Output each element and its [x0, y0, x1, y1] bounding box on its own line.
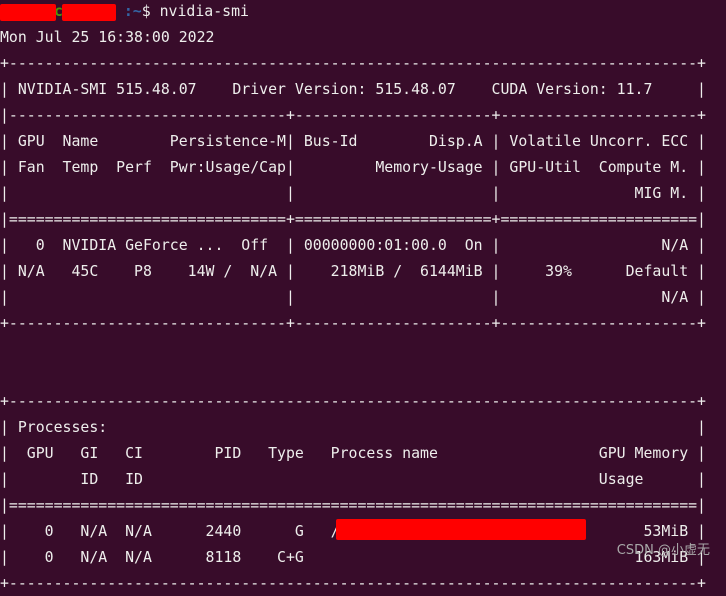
output-line: | Fan Temp Perf Pwr:Usage/Cap| Memory-Us… — [0, 158, 706, 176]
output-line: +---------------------------------------… — [0, 54, 706, 72]
redacted-process-name — [336, 519, 586, 540]
prompt-path: :~ — [123, 2, 142, 20]
output-line: |=======================================… — [0, 496, 706, 514]
terminal-output[interactable]: c@:~$ nvidia-smi Mon Jul 25 16:38:00 202… — [0, 0, 706, 596]
watermark: CSDN @小虚无 — [616, 543, 710, 558]
output-line: | 0 NVIDIA GeForce ... Off | 00000000:01… — [0, 236, 706, 254]
output-line: | 0 N/A N/A 8118 C+G 163MiB | — [0, 548, 706, 566]
output-line: +---------------------------------------… — [0, 392, 706, 410]
redacted-hostname — [62, 4, 116, 21]
output-line: +-------------------------------+-------… — [0, 314, 706, 332]
prompt-symbol: $ — [141, 2, 160, 20]
output-lines: Mon Jul 25 16:38:00 2022 +---------------… — [0, 24, 706, 596]
output-line: | | | N/A | — [0, 288, 706, 306]
output-line: | Processes: | — [0, 418, 706, 436]
output-line: | | | MIG M. | — [0, 184, 706, 202]
output-line: | GPU Name Persistence-M| Bus-Id Disp.A … — [0, 132, 706, 150]
output-line: |===============================+=======… — [0, 210, 706, 228]
command-text: nvidia-smi — [159, 2, 249, 20]
output-line: | GPU GI CI PID Type Process name GPU Me… — [0, 444, 706, 462]
output-line: |-------------------------------+-------… — [0, 106, 706, 124]
output-line: +---------------------------------------… — [0, 574, 706, 592]
redacted-username — [0, 4, 56, 21]
output-line: | NVIDIA-SMI 515.48.07 Driver Version: 5… — [0, 80, 706, 98]
output-line: Mon Jul 25 16:38:00 2022 — [0, 28, 215, 46]
output-line: | ID ID Usage | — [0, 470, 706, 488]
output-line: | N/A 45C P8 14W / N/A | 218MiB / 6144Mi… — [0, 262, 706, 280]
